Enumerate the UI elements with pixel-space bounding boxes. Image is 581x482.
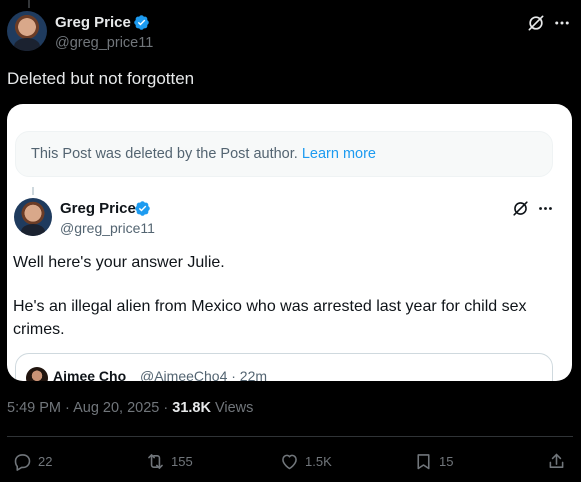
like-button[interactable]: 1.5K <box>279 449 332 473</box>
nested-author-name: Aimee Cho <box>53 368 127 381</box>
share-icon <box>549 453 564 468</box>
post-text: Deleted but not forgotten <box>7 69 195 88</box>
author-name[interactable]: Greg Price <box>55 14 131 31</box>
nested-author-meta: @AimeeCho4 · 22m <box>140 368 268 381</box>
author-handle[interactable]: @greg_price11 <box>55 35 153 51</box>
quoted-author-avatar[interactable] <box>14 198 52 236</box>
thread-connector <box>28 0 30 8</box>
quoted-post-card[interactable]: This Post was deleted by the Post author… <box>7 104 572 381</box>
nested-quoted-post[interactable]: Aimee Cho @AimeeCho4 · 22m <box>15 353 553 381</box>
deleted-notice-text: This Post was deleted by the Post author… <box>31 146 298 162</box>
bookmark-count: 15 <box>439 453 454 469</box>
grok-icon[interactable] <box>526 13 546 33</box>
more-icon[interactable] <box>553 14 571 32</box>
reply-icon <box>14 453 31 471</box>
quoted-more-icon[interactable] <box>537 200 554 217</box>
deleted-post-notice: This Post was deleted by the Post author… <box>15 131 553 177</box>
repost-count: 155 <box>171 453 193 469</box>
quoted-grok-icon[interactable] <box>511 199 530 218</box>
quoted-text-line-2: He's an illegal alien from Mexico who wa… <box>13 298 527 315</box>
like-icon <box>282 454 297 469</box>
quote-thread-connector <box>32 187 34 195</box>
share-button[interactable] <box>546 449 567 473</box>
nested-author-avatar <box>26 367 48 381</box>
quoted-text-line-3: crimes. <box>13 321 65 338</box>
bookmark-button[interactable]: 15 <box>413 449 453 473</box>
verified-badge-icon <box>134 15 149 30</box>
author-avatar[interactable] <box>7 11 47 51</box>
quoted-author-name[interactable]: Greg Price <box>60 200 136 217</box>
views-label: Views <box>210 400 254 416</box>
bookmark-icon <box>417 453 430 469</box>
meta-separator: · <box>159 400 173 416</box>
learn-more-link[interactable]: Learn more <box>302 146 376 162</box>
post-meta: 5:49 PM · Aug 20, 2025 · 31.8K Views <box>7 400 253 416</box>
like-count: 1.5K <box>305 453 332 469</box>
views-count: 31.8K <box>172 400 211 416</box>
repost-button[interactable]: 155 <box>145 449 193 473</box>
quoted-author-handle[interactable]: @greg_price11 <box>60 220 155 236</box>
actions-divider <box>7 436 573 437</box>
reply-count: 22 <box>38 453 53 469</box>
quoted-verified-badge-icon <box>135 201 150 216</box>
quoted-text-line-1: Well here's your answer Julie. <box>13 254 225 271</box>
reply-button[interactable]: 22 <box>12 449 52 473</box>
repost-icon <box>148 453 163 469</box>
post-timestamp[interactable]: 5:49 PM · Aug 20, 2025 <box>7 400 159 416</box>
